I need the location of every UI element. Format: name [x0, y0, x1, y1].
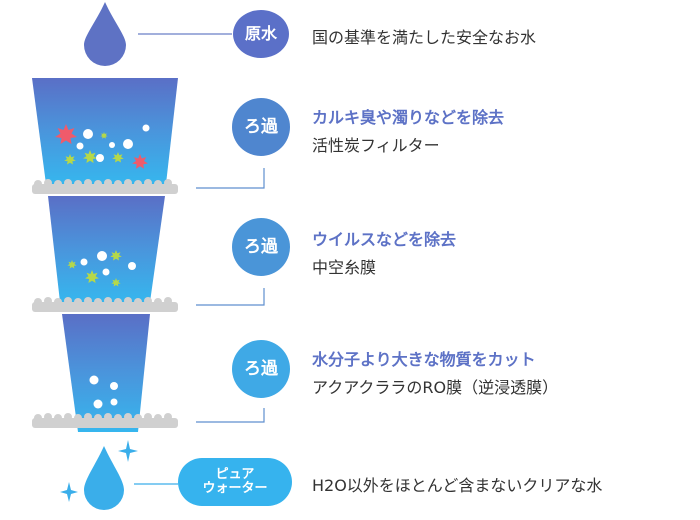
stage-1-target: カルキ臭や濁りなどを除去 [312, 108, 505, 127]
stage-1-filter-name: 活性炭フィルター [312, 136, 440, 155]
particle [96, 154, 104, 162]
sparkle-icon [118, 440, 138, 462]
filtration-badge-1: ろ過 [232, 98, 290, 156]
particle [102, 268, 110, 276]
particle [89, 375, 99, 385]
source-water-badge: 原水 [233, 10, 289, 58]
stage-1-connector-line [196, 168, 265, 189]
pure-water-description: H2O以外をほとんど含まないクリアな水 [312, 476, 603, 495]
pure-water-badge-line-2: ウォーター [202, 481, 268, 496]
pure-water-drop-icon [84, 446, 124, 510]
particle [123, 139, 133, 149]
particle [109, 142, 115, 148]
filter-layer-hollow-fiber [32, 297, 178, 312]
pure-water-badge-line-1: ピュア [215, 466, 255, 482]
stage-3-connector-line [196, 408, 265, 423]
funnel-segment-2 [48, 196, 165, 302]
particle [93, 399, 103, 409]
pure-water-badge: ピュア ウォーター [178, 458, 292, 506]
stage-2-connector-line [196, 288, 265, 306]
particle [128, 262, 136, 270]
stage-2-filter-name: 中空糸膜 [312, 258, 377, 277]
stage-2-target: ウイルスなどを除去 [312, 230, 457, 249]
particle [97, 251, 107, 261]
particle [110, 398, 118, 406]
source-water-description: 国の基準を満たした安全なお水 [312, 28, 537, 47]
particle [80, 258, 88, 266]
source-water-drop-icon [84, 2, 126, 66]
particle [76, 142, 84, 150]
stage-3-target: 水分子より大きな物質をカット [312, 350, 536, 369]
stage-3-filter-name: アクアクララのRO膜（逆浸透膜） [312, 378, 559, 397]
funnel-segment-1 [32, 78, 178, 184]
particle [110, 382, 118, 390]
sparkle-icon [60, 482, 78, 502]
filtration-badge-3: ろ過 [232, 340, 290, 398]
particle [83, 129, 93, 139]
filtration-badge-2: ろ過 [232, 218, 290, 276]
filter-layer-ro-membrane [32, 413, 178, 428]
particle [142, 124, 150, 132]
